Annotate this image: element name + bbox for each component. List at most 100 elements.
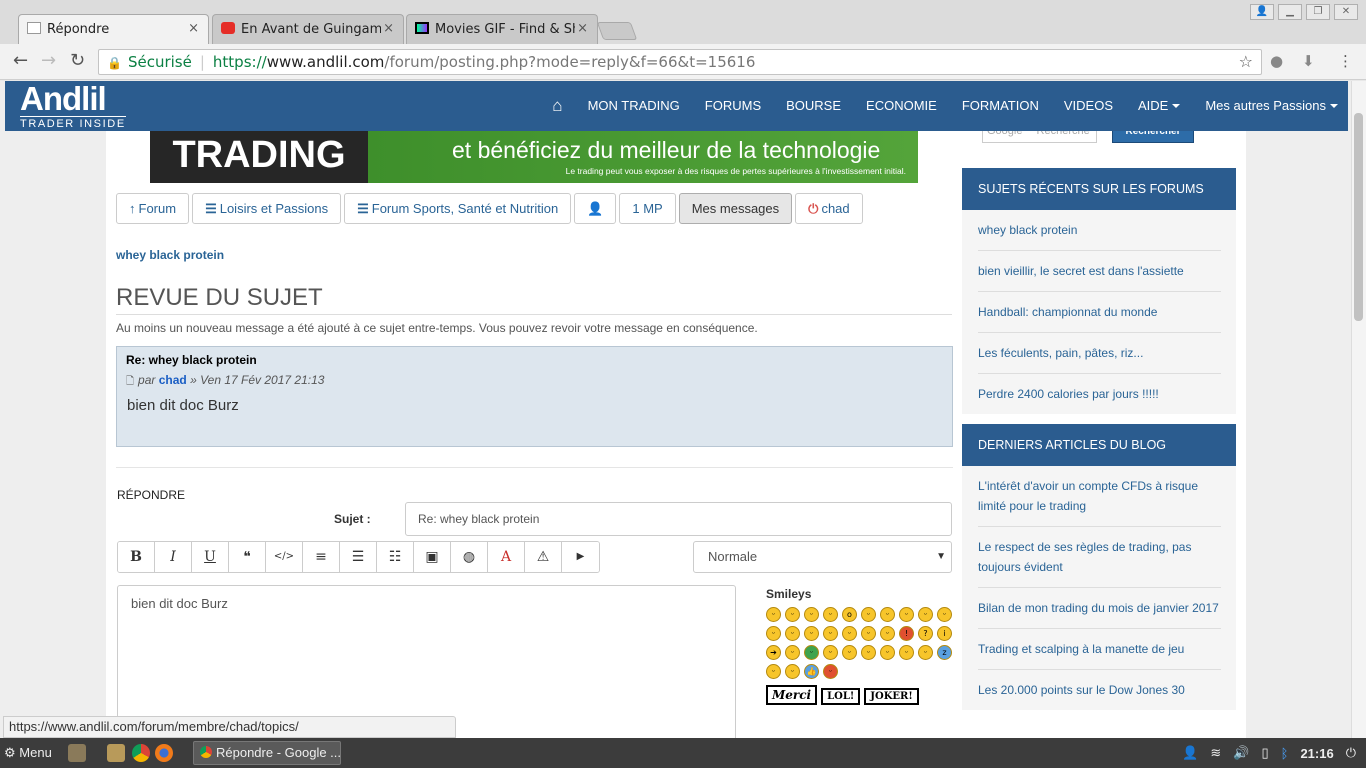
blog-article-link[interactable]: Les 20.000 points sur le Dow Jones 30 (978, 670, 1221, 710)
thumbs-up-smiley-icon[interactable]: 👍 (804, 664, 819, 679)
smiley-icon[interactable]: ᵕ (766, 664, 781, 679)
volume-icon[interactable]: 🔊 (1233, 745, 1249, 761)
start-menu-button[interactable]: ⚙ Menu (4, 745, 52, 761)
back-arrow-icon[interactable]: ← (13, 51, 28, 71)
wifi-icon[interactable]: ≋ (1210, 745, 1221, 761)
smiley-icon[interactable]: ᵕ (899, 607, 914, 622)
post-author-link[interactable]: chad (159, 373, 187, 387)
close-icon[interactable]: × (383, 21, 394, 36)
topic-link[interactable]: whey black protein (116, 248, 224, 262)
forward-arrow-icon[interactable]: → (41, 51, 56, 71)
forum-button[interactable]: ↑ Forum (116, 193, 190, 224)
bookmark-star-icon[interactable]: ☆ (1239, 50, 1253, 74)
merci-smiley-sign[interactable]: Merci (766, 685, 818, 705)
minimize-icon[interactable]: ▁ (1278, 4, 1302, 20)
smiley-icon[interactable]: ᵕ (880, 626, 895, 641)
power-icon[interactable]: ⏻ (1346, 745, 1356, 761)
list-button[interactable]: ≡ (303, 542, 340, 572)
code-button[interactable]: </> (266, 542, 303, 572)
close-window-icon[interactable]: ✕ (1334, 4, 1358, 20)
smiley-icon[interactable]: ᵕ (842, 645, 857, 660)
sleep-smiley-icon[interactable]: z (937, 645, 952, 660)
menu-aide[interactable]: AIDE (1138, 98, 1181, 113)
menu-bourse[interactable]: BOURSE (786, 98, 841, 113)
private-messages-button[interactable]: 1 MP (619, 193, 676, 224)
smiley-icon[interactable]: ᵕ (823, 664, 838, 679)
arrow-icon[interactable]: ➔ (766, 645, 781, 660)
smiley-icon[interactable]: ᵕ (823, 645, 838, 660)
smiley-icon[interactable]: ᵕ (861, 645, 876, 660)
address-bar[interactable]: 🔒 Sécurisé | https://www.andlil.com/forum/p… (98, 49, 1262, 75)
joker-smiley-sign[interactable]: JOKER! (864, 688, 919, 705)
quote-button[interactable]: ❝ (229, 542, 266, 572)
browser-menu-icon[interactable]: ⋮ (1338, 52, 1353, 70)
loisirs-button[interactable]: ☰ Loisirs et Passions (192, 193, 342, 224)
smiley-icon[interactable]: ᵕ (861, 607, 876, 622)
reload-icon[interactable]: ↻ (70, 51, 85, 71)
blog-article-link[interactable]: Le respect de ses règles de trading, pas… (978, 527, 1221, 588)
warning-button[interactable]: ⚠ (525, 542, 562, 572)
smiley-icon[interactable]: ᵕ (785, 664, 800, 679)
smiley-icon[interactable]: ᵕ (861, 626, 876, 641)
smiley-icon[interactable]: ᵕ (899, 645, 914, 660)
logout-button[interactable]: ⏻ chad (795, 193, 863, 224)
recent-topic-link[interactable]: Handball: championnat du monde (978, 292, 1221, 333)
menu-videos[interactable]: VIDEOS (1064, 98, 1113, 113)
smiley-icon[interactable]: ᵕ (804, 645, 819, 660)
blog-article-link[interactable]: Trading et scalping à la manette de jeu (978, 629, 1221, 670)
home-icon[interactable]: ⌂ (552, 97, 562, 114)
battery-icon[interactable]: ▯ (1261, 745, 1268, 761)
smiley-icon[interactable]: ᵕ (937, 607, 952, 622)
profile-button[interactable]: 👤 (574, 193, 617, 224)
smiley-icon[interactable]: ᵕ (785, 645, 800, 660)
smiley-icon[interactable]: ᵕ (918, 607, 933, 622)
new-tab-button[interactable] (596, 22, 638, 40)
list-item-button[interactable]: ☷ (377, 542, 414, 572)
tab-repondre[interactable]: Répondre × (18, 14, 209, 45)
smiley-icon[interactable]: ᵕ (880, 607, 895, 622)
blog-article-link[interactable]: L'intérêt d'avoir un compte CFDs à risqu… (978, 466, 1221, 527)
sports-button[interactable]: ☰ Forum Sports, Santé et Nutrition (344, 193, 572, 224)
smiley-icon[interactable]: ᵕ (842, 626, 857, 641)
smiley-icon[interactable]: o (842, 607, 857, 622)
font-size-select[interactable]: Normale ▼ (693, 541, 952, 573)
firefox-icon[interactable] (155, 744, 173, 762)
smiley-icon[interactable]: ᵕ (804, 607, 819, 622)
underline-button[interactable]: U (192, 542, 229, 572)
tab-en-avant-de-guingamp[interactable]: En Avant de Guingamp × (212, 14, 404, 44)
taskbar-chrome-window[interactable]: Répondre - Google ... (193, 741, 341, 765)
question-icon[interactable]: ? (918, 626, 933, 641)
site-logo[interactable]: Andlil TRADER INSIDE (20, 82, 126, 131)
lol-smiley-sign[interactable]: LOL! (821, 688, 861, 705)
smiley-icon[interactable]: ᵕ (918, 645, 933, 660)
chrome-icon[interactable] (132, 744, 150, 762)
bold-button[interactable]: B (118, 542, 155, 572)
menu-mon-trading[interactable]: MON TRADING (588, 98, 680, 113)
recent-topic-link[interactable]: Perdre 2400 calories par jours !!!!! (978, 374, 1221, 414)
camera-icon[interactable] (68, 744, 86, 762)
tab-movies-gif[interactable]: Movies GIF - Find & Share × (406, 14, 598, 44)
ordered-list-button[interactable]: ☰ (340, 542, 377, 572)
menu-mes-autres-passions[interactable]: Mes autres Passions (1205, 98, 1338, 113)
recent-topic-link[interactable]: Les féculents, pain, pâtes, riz... (978, 333, 1221, 374)
post-title[interactable]: Re: whey black protein (126, 353, 943, 367)
smiley-icon[interactable]: ᵕ (766, 607, 781, 622)
folder-icon[interactable] (107, 744, 125, 762)
menu-forums[interactable]: FORUMS (705, 98, 761, 113)
recent-topic-link[interactable]: bien vieillir, le secret est dans l'assi… (978, 251, 1221, 292)
idea-icon[interactable]: i (937, 626, 952, 641)
youtube-button[interactable]: ▶ (562, 542, 599, 572)
menu-economie[interactable]: ECONOMIE (866, 98, 937, 113)
recent-topic-link[interactable]: whey black protein (978, 210, 1221, 251)
extension-icon[interactable]: ● (1270, 52, 1283, 70)
url-button[interactable]: ◍ (451, 542, 488, 572)
subject-input[interactable]: Re: whey black protein (405, 502, 952, 536)
smiley-icon[interactable]: ᵕ (880, 645, 895, 660)
user-icon[interactable]: 👤 (1250, 4, 1274, 20)
bluetooth-icon[interactable]: ᛒ (1281, 746, 1289, 761)
user-icon[interactable]: 👤 (1182, 745, 1198, 761)
scrollbar-thumb[interactable] (1354, 113, 1363, 321)
menu-formation[interactable]: FORMATION (962, 98, 1039, 113)
smiley-icon[interactable]: ᵕ (823, 607, 838, 622)
smiley-icon[interactable]: ᵕ (785, 626, 800, 641)
